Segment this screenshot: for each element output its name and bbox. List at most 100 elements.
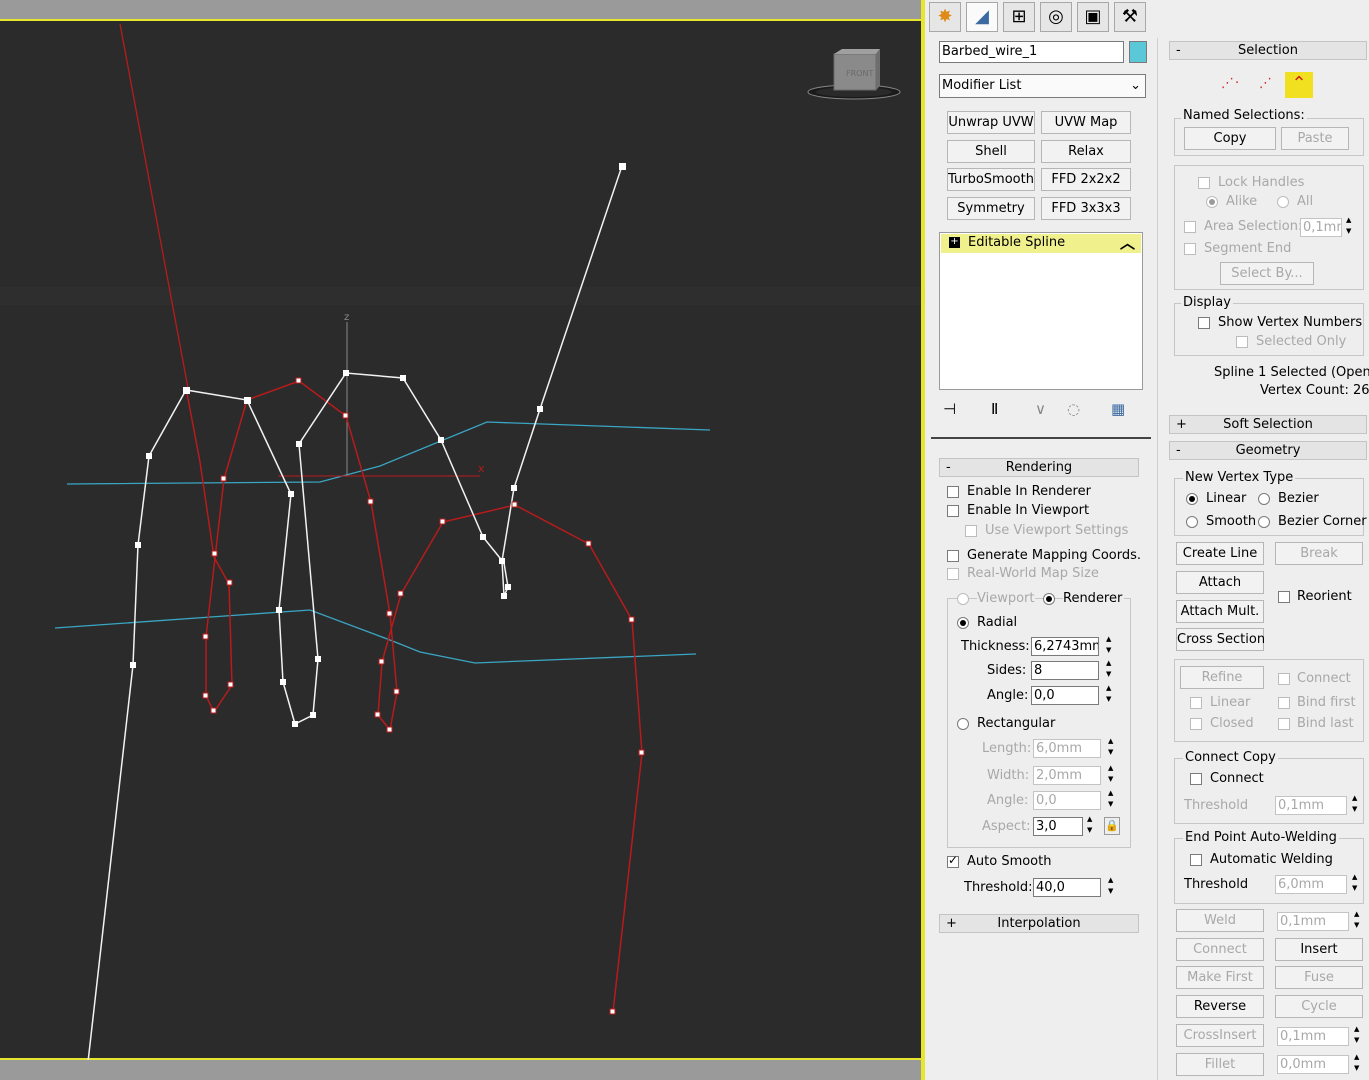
connect-threshold-spinner[interactable] [1352, 794, 1363, 815]
attach-button[interactable]: Attach [1176, 571, 1264, 594]
welding-threshold-spinner[interactable] [1352, 873, 1363, 894]
width-spinner[interactable] [1108, 764, 1119, 785]
aspect-field[interactable]: 3,0 [1033, 817, 1083, 836]
linear-checkbox[interactable] [1190, 697, 1202, 709]
viewport-canvas[interactable]: z x FRONT [0, 19, 922, 1062]
create-tab-icon[interactable]: ✸ [929, 2, 961, 32]
show-vertex-numbers-checkbox[interactable] [1198, 317, 1210, 329]
collapse-chevron-icon[interactable]: ︿ [1120, 232, 1135, 253]
renderer-radio[interactable] [1043, 593, 1055, 605]
paste-button[interactable]: Paste [1281, 127, 1349, 150]
motion-tab-icon[interactable]: ◎ [1040, 2, 1072, 32]
fillet-spinner[interactable] [1354, 1053, 1365, 1074]
thickness-spinner[interactable] [1106, 635, 1117, 656]
smooth-radio[interactable] [1186, 516, 1198, 528]
spline-mode-icon[interactable]: ⌃ [1285, 72, 1313, 98]
crossinsert-spinner[interactable] [1354, 1025, 1365, 1046]
bezier-corner-radio[interactable] [1258, 516, 1270, 528]
utilities-tab-icon[interactable]: ⚒ [1114, 2, 1146, 32]
symmetry-button[interactable]: Symmetry [947, 197, 1035, 220]
threshold-spinner[interactable] [1108, 876, 1119, 897]
configure-sets-icon[interactable]: ▦ [1111, 400, 1125, 418]
cycle-button[interactable]: Cycle [1275, 995, 1363, 1018]
angle2-spinner[interactable] [1108, 789, 1119, 810]
viewport-radio[interactable] [957, 593, 969, 605]
length-field[interactable]: 6,0mm [1033, 739, 1101, 758]
connect-checkbox[interactable] [1278, 673, 1290, 685]
real-world-map-size-checkbox[interactable] [947, 568, 959, 580]
make-unique-icon[interactable]: ∨ [1035, 400, 1046, 418]
create-line-button[interactable]: Create Line [1176, 542, 1264, 565]
angle2-field[interactable]: 0,0 [1033, 791, 1101, 810]
vertex-mode-icon[interactable]: ⋰· [1221, 76, 1240, 91]
modifier-list-dropdown[interactable]: Modifier List ⌄ [939, 74, 1146, 98]
bezier-radio[interactable] [1258, 493, 1270, 505]
sides-field[interactable]: 8 [1031, 661, 1099, 680]
crossinsert-button[interactable]: CrossInsert [1176, 1024, 1264, 1047]
geometry-rollout-header[interactable]: - Geometry [1169, 441, 1367, 460]
lock-icon[interactable]: 🔒 [1104, 817, 1120, 835]
attach-mult-button[interactable]: Attach Mult. [1176, 600, 1264, 623]
viewport[interactable]: z x FRONT [0, 0, 922, 1080]
bind-last-checkbox[interactable] [1278, 718, 1290, 730]
automatic-welding-checkbox[interactable] [1190, 854, 1202, 866]
fillet-field[interactable]: 0,0mm [1277, 1055, 1349, 1074]
rectangular-radio[interactable] [957, 718, 969, 730]
sides-spinner[interactable] [1106, 659, 1117, 680]
use-viewport-settings-checkbox[interactable] [965, 525, 977, 537]
connect-button[interactable]: Connect [1176, 938, 1264, 961]
modifier-stack[interactable]: + Editable Spline ︿ [939, 232, 1143, 390]
connect-copy-checkbox[interactable] [1190, 773, 1202, 785]
connect-threshold-field[interactable]: 0,1mm [1275, 796, 1347, 815]
hierarchy-tab-icon[interactable]: ⊞ [1003, 2, 1035, 32]
welding-threshold-field[interactable]: 6,0mm [1275, 875, 1347, 894]
angle-spinner[interactable] [1106, 684, 1117, 705]
reorient-checkbox[interactable] [1278, 591, 1290, 603]
weld-button[interactable]: Weld [1176, 909, 1264, 932]
area-selection-field[interactable]: 0,1mm [1300, 218, 1342, 237]
cross-section-button[interactable]: Cross Section [1176, 628, 1265, 651]
make-first-button[interactable]: Make First [1176, 966, 1264, 989]
alike-radio[interactable] [1206, 196, 1218, 208]
refine-button[interactable]: Refine [1180, 666, 1264, 689]
viewport-scene[interactable]: z x FRONT [0, 21, 922, 1062]
fuse-button[interactable]: Fuse [1275, 966, 1363, 989]
threshold-field[interactable]: 40,0 [1033, 878, 1101, 897]
pin-stack-icon[interactable]: ⊣ [943, 400, 956, 418]
reverse-button[interactable]: Reverse [1176, 995, 1264, 1018]
remove-modifier-icon[interactable]: ◌ [1067, 400, 1080, 418]
selected-only-checkbox[interactable] [1236, 336, 1248, 348]
fillet-button[interactable]: Fillet [1176, 1053, 1264, 1076]
closed-checkbox[interactable] [1190, 718, 1202, 730]
length-spinner[interactable] [1108, 737, 1119, 758]
area-selection-checkbox[interactable] [1184, 221, 1196, 233]
unwrap-uvw-button[interactable]: Unwrap UVW [947, 111, 1035, 134]
aspect-spinner[interactable] [1087, 815, 1098, 836]
soft-selection-rollout-header[interactable]: + Soft Selection [1169, 415, 1367, 434]
area-selection-spinner[interactable] [1346, 216, 1357, 237]
ffd-2x2x2-button[interactable]: FFD 2x2x2 [1041, 168, 1131, 191]
weld-spinner[interactable] [1354, 910, 1365, 931]
segment-end-checkbox[interactable] [1184, 243, 1196, 255]
viewcube[interactable]: FRONT [807, 49, 901, 100]
rendering-rollout-header[interactable]: - Rendering [939, 458, 1139, 477]
stack-item-editable-spline[interactable]: + Editable Spline ︿ [941, 234, 1141, 253]
insert-button[interactable]: Insert [1275, 938, 1363, 961]
show-end-result-icon[interactable]: Ⅱ [991, 400, 998, 418]
turbosmooth-button[interactable]: TurboSmooth [947, 168, 1035, 191]
all-radio[interactable] [1277, 196, 1289, 208]
auto-smooth-checkbox[interactable] [947, 853, 959, 868]
width-field[interactable]: 2,0mm [1033, 766, 1101, 785]
weld-field[interactable]: 0,1mm [1277, 912, 1349, 931]
copy-button[interactable]: Copy [1184, 127, 1276, 150]
interpolation-rollout-header[interactable]: + Interpolation [939, 914, 1139, 933]
crossinsert-field[interactable]: 0,1mm [1277, 1027, 1349, 1046]
segment-mode-icon[interactable]: ⋰ [1259, 76, 1272, 91]
object-name-field[interactable]: Barbed_wire_1 [939, 41, 1124, 63]
display-tab-icon[interactable]: ▣ [1077, 2, 1109, 32]
selection-rollout-header[interactable]: - Selection [1169, 41, 1367, 60]
lock-handles-checkbox[interactable] [1198, 177, 1210, 189]
enable-in-viewport-checkbox[interactable] [947, 505, 959, 517]
thickness-field[interactable]: 6,2743mm [1031, 637, 1099, 656]
generate-mapping-checkbox[interactable] [947, 550, 959, 562]
